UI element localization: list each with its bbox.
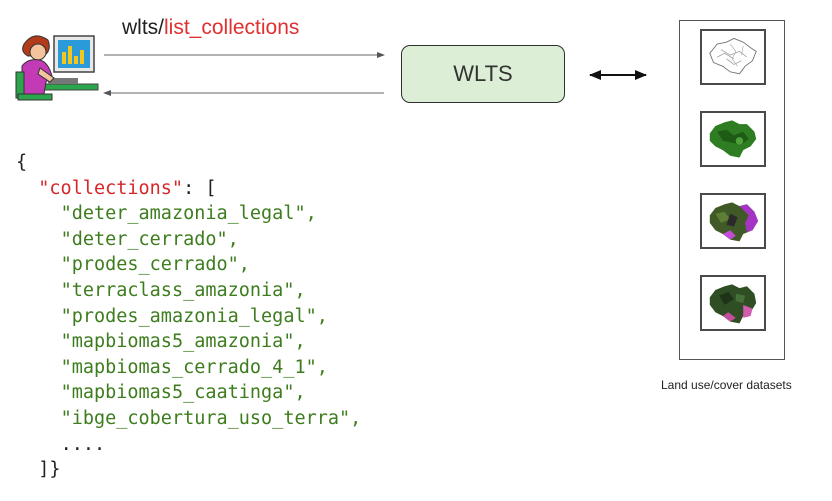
json-response: { "collections": [ "deter_amazonia_legal… (16, 150, 361, 483)
boundary-outline-map-icon (700, 29, 766, 85)
json-collections-key-line: "collections": [ (16, 176, 361, 202)
datasets-panel (679, 20, 785, 360)
json-item: "terraclass_amazonia", (60, 279, 306, 301)
json-collections-key: "collections" (38, 177, 184, 199)
json-item: "ibge_cobertura_uso_terra", (60, 407, 362, 429)
green-cover-map-icon (700, 111, 766, 167)
json-open-brace: { (16, 152, 28, 173)
wlts-service-box: WLTS (401, 45, 565, 103)
json-item: "deter_amazonia_legal", (60, 203, 317, 225)
json-key-suffix: : [ (183, 177, 217, 199)
datasets-caption: Land use/cover datasets (661, 378, 792, 392)
json-close: ]} (38, 459, 61, 481)
json-item: "prodes_amazonia_legal", (60, 305, 328, 327)
purple-classification-map-icon (700, 193, 766, 249)
pink-classification-map-icon (700, 275, 766, 331)
json-item: "mapbiomas5_amazonia", (60, 331, 306, 353)
json-item: "mapbiomas_cerrado_4_1", (60, 356, 328, 378)
json-close-line: ]} (16, 457, 361, 483)
json-item: "prodes_cerrado", (60, 254, 250, 276)
json-ellipsis-line: .... (16, 432, 361, 458)
json-item: "deter_cerrado", (60, 228, 239, 250)
wlts-service-label: WLTS (453, 61, 513, 86)
json-item: "mapbiomas5_caatinga", (60, 382, 306, 404)
json-ellipsis: .... (60, 433, 106, 455)
